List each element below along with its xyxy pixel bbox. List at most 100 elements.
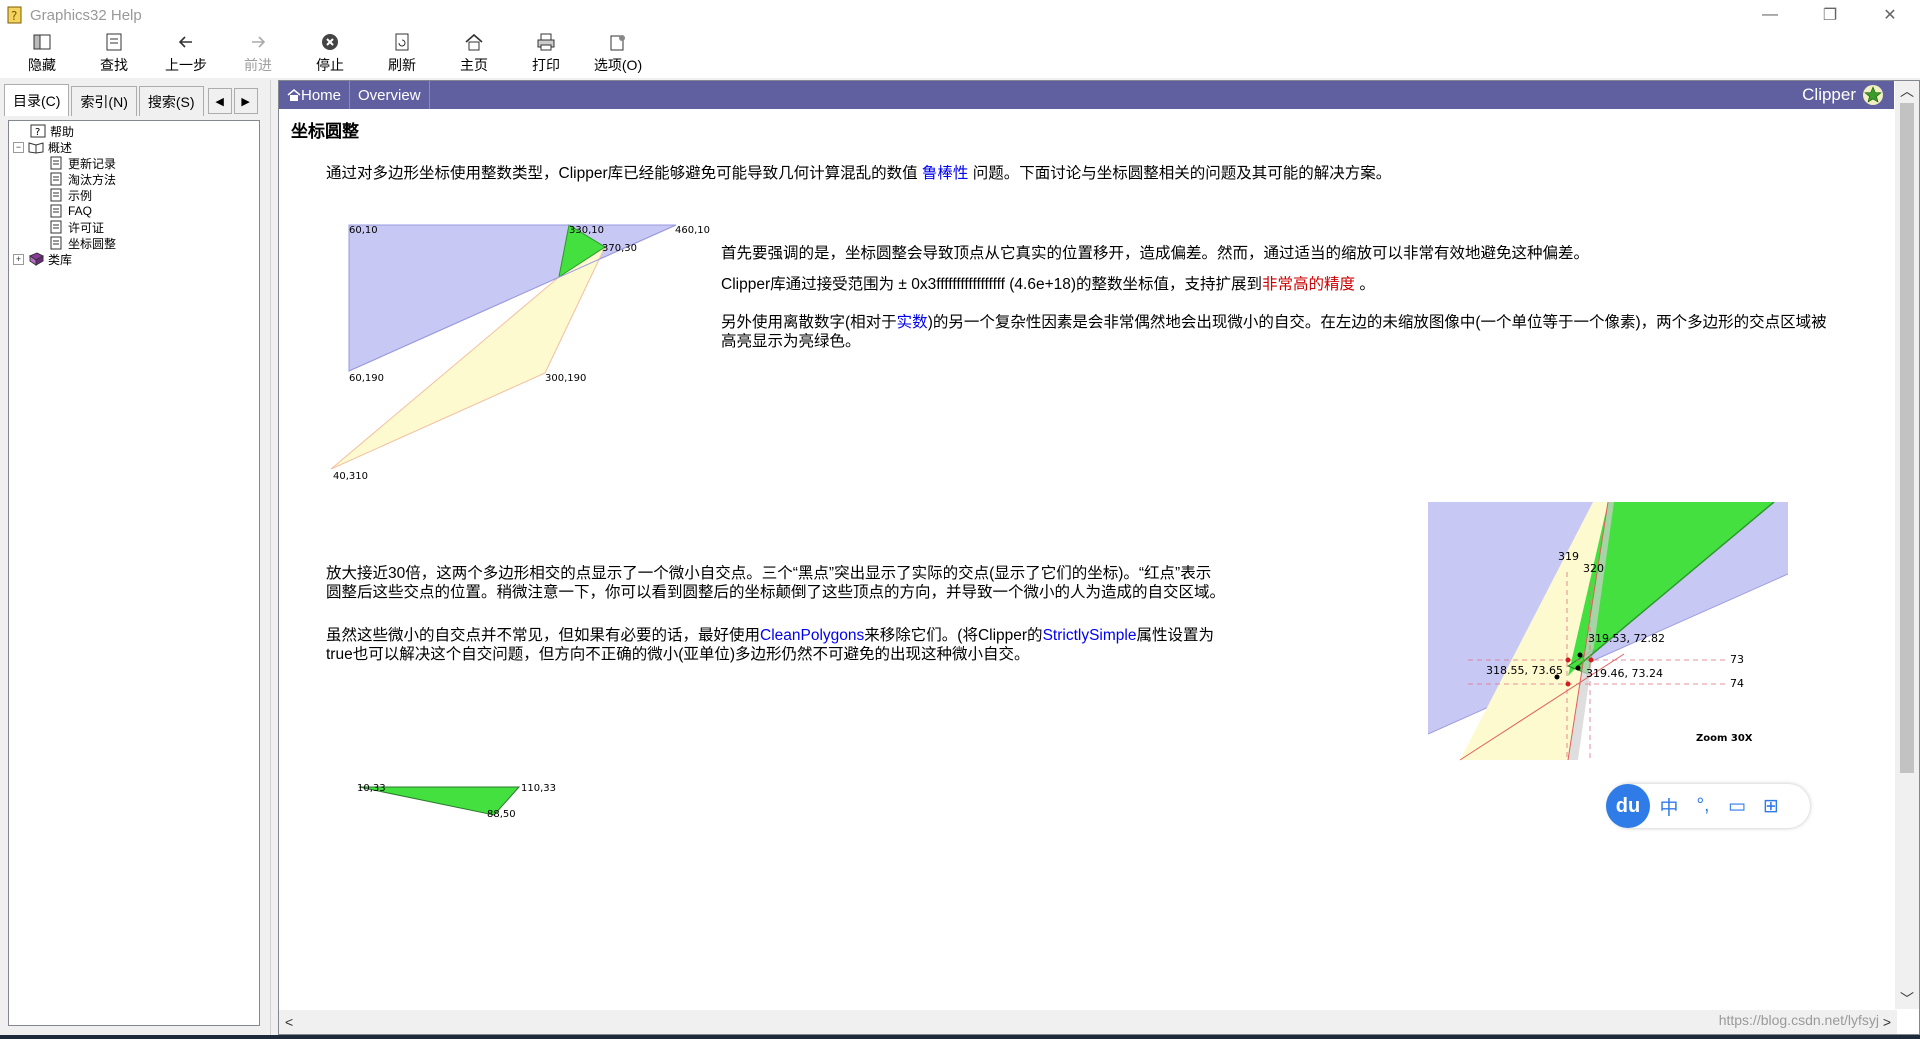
scroll-up-button[interactable]: ︿: [1895, 81, 1919, 101]
svg-text:?: ?: [35, 127, 40, 138]
zoom-30x-figure: 319 320 319.53, 72.82 318.55, 73.65 319.…: [1428, 502, 1788, 761]
tree-label: 类库: [48, 252, 73, 267]
find-button[interactable]: 查找: [78, 30, 150, 76]
ime-punctuation-toggle[interactable]: °,: [1688, 795, 1718, 817]
home-label: 主页: [460, 57, 488, 73]
stop-label: 停止: [316, 57, 344, 73]
scroll-right-button[interactable]: >: [1883, 1014, 1891, 1030]
point-label: 319.46, 73.24: [1586, 667, 1663, 680]
open-book-icon: [28, 142, 44, 154]
restore-button[interactable]: ❐: [1800, 0, 1860, 30]
tab-search[interactable]: 搜索(S): [138, 86, 204, 116]
expand-expander[interactable]: +: [13, 253, 24, 265]
clean-polygons-link[interactable]: CleanPolygons: [760, 627, 864, 644]
vertical-scrollbar[interactable]: ︿ ﹀: [1895, 81, 1919, 1009]
clean-text: 虽然这些微小的自交点并不常见，但如果有必要的话，最好使用: [326, 627, 761, 644]
tree-item-help[interactable]: ? 帮助: [9, 123, 259, 139]
hide-label: 隐藏: [28, 57, 56, 73]
tree-item-library[interactable]: + 类库: [9, 251, 259, 267]
ime-keyboard-icon[interactable]: ▭: [1722, 795, 1752, 818]
tab-contents[interactable]: 目录(C): [4, 84, 70, 116]
nav-home-link[interactable]: Home: [279, 81, 351, 109]
back-button[interactable]: 上一步: [150, 30, 222, 76]
vertex-label: 110,33: [521, 783, 556, 794]
tree-item-overview[interactable]: − 概述: [9, 139, 259, 155]
options-label: 选项(O): [593, 57, 643, 73]
close-button[interactable]: ✕: [1860, 0, 1920, 30]
tree-label: 示例: [68, 188, 93, 203]
forward-label: 前进: [244, 57, 272, 73]
du-logo[interactable]: du: [1606, 784, 1650, 828]
star-logo-icon: [1863, 85, 1883, 105]
tree-item-deprecated[interactable]: 淘汰方法: [9, 171, 259, 187]
topic-nav-bar: Home Overview Clipper: [279, 81, 1894, 109]
vertex-label: 300,190: [545, 373, 586, 384]
ime-chinese-toggle[interactable]: 中: [1654, 793, 1684, 820]
forward-button[interactable]: 前进: [222, 30, 294, 76]
tree-label: 坐标圆整: [68, 236, 117, 251]
precision-text-end: 。: [1355, 276, 1375, 293]
real-numbers-link[interactable]: 实数: [897, 314, 928, 331]
pane-splitter[interactable]: [270, 80, 276, 1035]
point-label: 319.53, 72.82: [1588, 632, 1665, 645]
collapse-expander[interactable]: −: [13, 141, 24, 153]
help-window: ? Graphics32 Help — ❐ ✕ 隐藏 查找 上一步 前进 停止: [0, 0, 1920, 1039]
refresh-button[interactable]: 刷新: [366, 30, 438, 76]
window-title: Graphics32 Help: [30, 6, 142, 24]
page-icon: [50, 204, 62, 218]
svg-text:?: ?: [11, 9, 17, 23]
watermark: https://blog.csdn.net/lyfsyj: [1718, 1012, 1879, 1028]
high-precision-link[interactable]: 非常高的精度: [1262, 276, 1355, 293]
brand-label: Clipper: [1802, 85, 1856, 104]
axis-label: 320: [1583, 562, 1604, 575]
forward-arrow-icon: [252, 36, 266, 48]
home-button[interactable]: 主页: [438, 30, 510, 76]
print-icon: [537, 33, 555, 51]
stop-button[interactable]: 停止: [294, 30, 366, 76]
ime-toolbar[interactable]: du 中 °, ▭ ⊞: [1606, 784, 1810, 828]
vertex-label: 60,190: [349, 373, 384, 384]
tree-item-examples[interactable]: 示例: [9, 187, 259, 203]
options-button[interactable]: 选项(O): [582, 30, 654, 76]
hide-button[interactable]: 隐藏: [6, 30, 78, 76]
print-button[interactable]: 打印: [510, 30, 582, 76]
horizontal-scrollbar[interactable]: < >: [279, 1010, 1897, 1034]
small-triangle-figure: 10,33 110,33 88,50: [357, 783, 556, 819]
tab-index[interactable]: 索引(N): [71, 86, 137, 116]
refresh-label: 刷新: [388, 57, 416, 73]
point-label: 318.55, 73.65: [1486, 664, 1563, 677]
scroll-thumb[interactable]: [1900, 103, 1914, 773]
vertex-label: 10,33: [357, 783, 386, 794]
vertex-label: 88,50: [487, 809, 516, 819]
vertex-label: 60,10: [349, 225, 378, 236]
intro-paragraph: 通过对多边形坐标使用整数类型，Clipper库已经能够避免可能导致几何计算混乱的…: [326, 164, 1826, 183]
toolbar: 隐藏 查找 上一步 前进 停止 刷新 主页 打印 选项(O): [0, 30, 1920, 78]
tree-item-license[interactable]: 许可证: [9, 219, 259, 235]
scroll-down-button[interactable]: ﹀: [1895, 989, 1919, 1009]
axis-label: 73: [1730, 653, 1744, 666]
scroll-left-button[interactable]: <: [285, 1014, 293, 1030]
tree-label: 帮助: [50, 124, 75, 139]
tree-item-changelog[interactable]: 更新记录: [9, 155, 259, 171]
minimize-button[interactable]: —: [1740, 0, 1800, 30]
contents-tree: ? 帮助 − 概述 更新记录 淘汰方法 示例 FAQ 许可证 坐标圆整 + 类库: [8, 120, 260, 1026]
hide-icon: [33, 34, 51, 50]
find-icon: [106, 33, 122, 51]
ime-menu-icon[interactable]: ⊞: [1756, 795, 1786, 818]
strictly-simple-link[interactable]: StrictlySimple: [1043, 627, 1137, 644]
tree-item-faq[interactable]: FAQ: [9, 203, 259, 219]
polygon-intersection-figure: 60,10 330,10 370,30 460,10 60,190 300,19…: [330, 224, 710, 482]
paragraph-clean-polygons: 虽然这些微小的自交点并不常见，但如果有必要的话，最好使用CleanPolygon…: [326, 626, 1226, 664]
tree-item-rounding[interactable]: 坐标圆整: [9, 235, 259, 251]
tab-scroll-right-button[interactable]: ▶: [233, 88, 258, 114]
help-app-icon: ?: [7, 6, 22, 24]
find-label: 查找: [100, 57, 128, 73]
page-icon: [50, 172, 62, 186]
navigation-pane: 目录(C) 索引(N) 搜索(S) ◀ ▶ ? 帮助 − 概述 更新记录 淘汰方…: [0, 80, 270, 1035]
tree-label: 淘汰方法: [68, 172, 117, 187]
nav-overview-link[interactable]: Overview: [350, 81, 430, 109]
home-icon: [465, 33, 483, 51]
robustness-link[interactable]: 鲁棒性: [922, 165, 969, 182]
library-book-icon: [28, 252, 44, 266]
tab-scroll-left-button[interactable]: ◀: [207, 88, 232, 114]
